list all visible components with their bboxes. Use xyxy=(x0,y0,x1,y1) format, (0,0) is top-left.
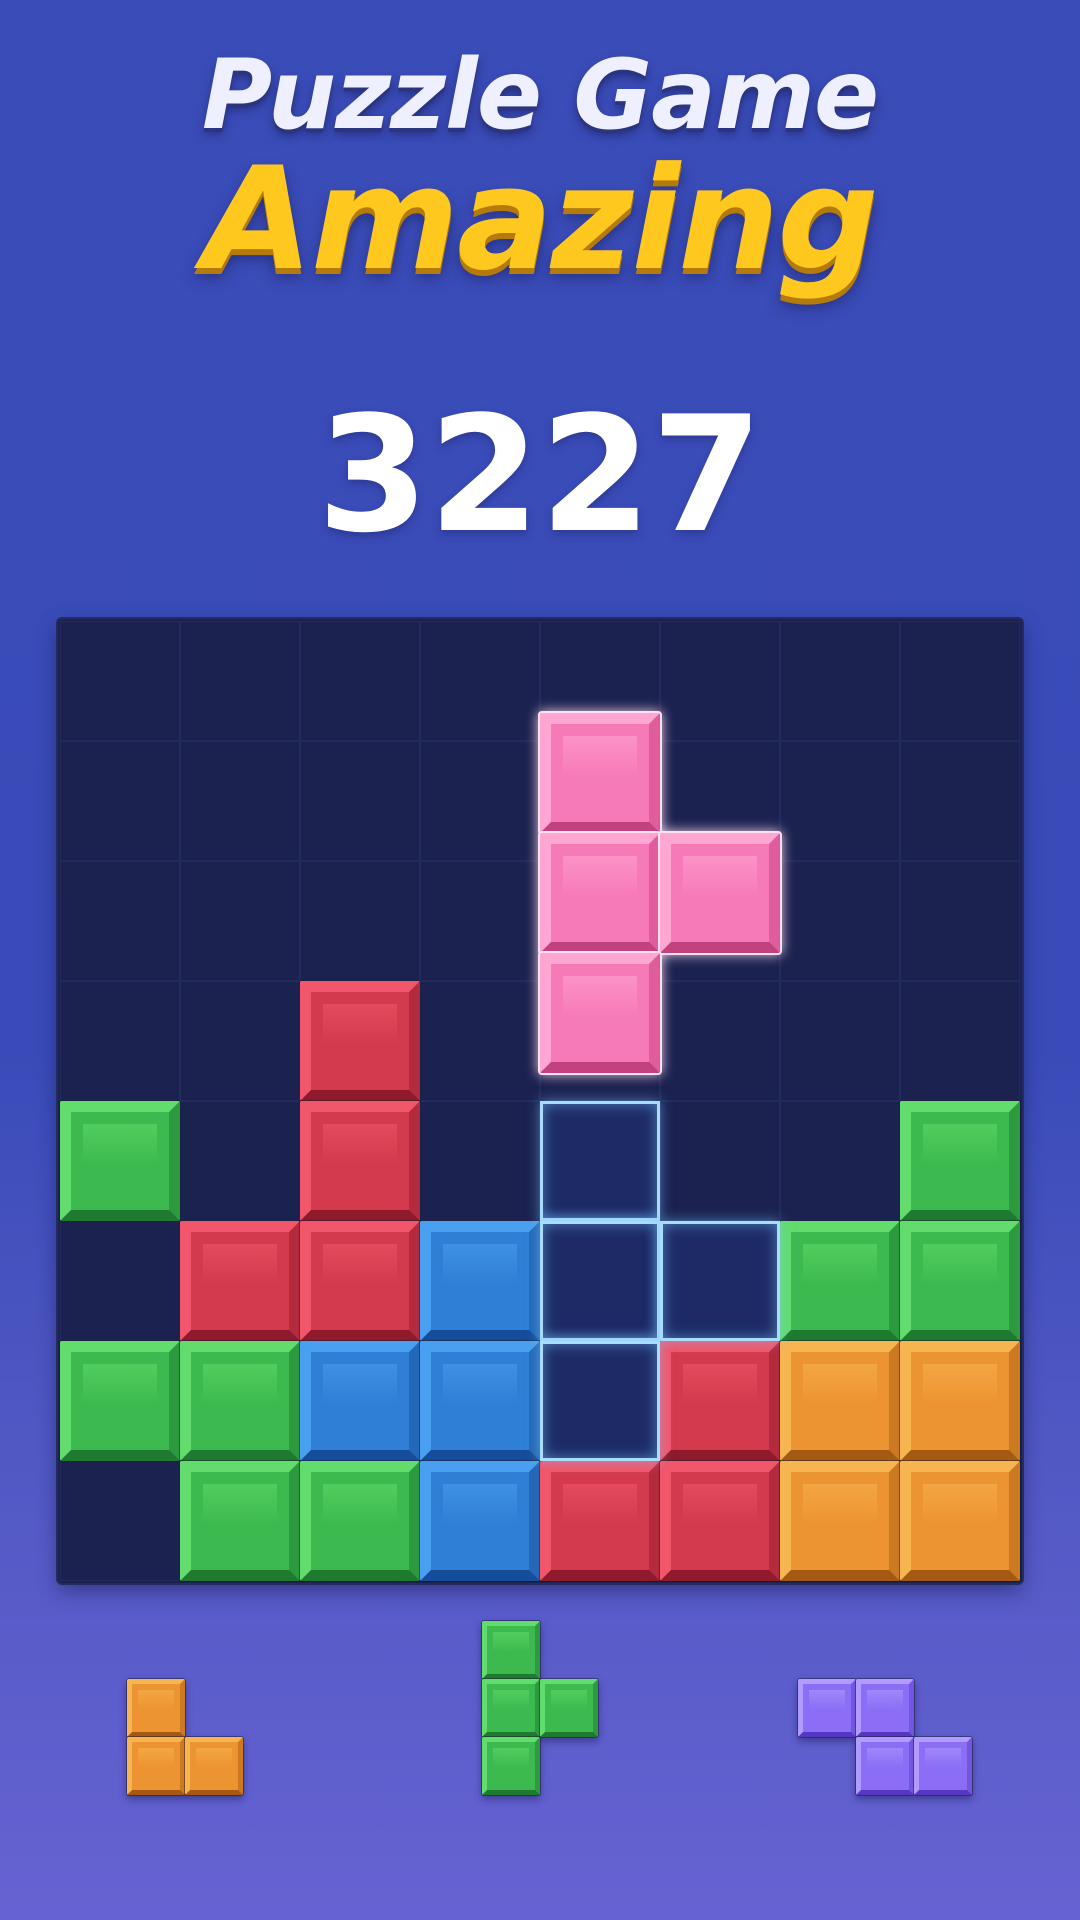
tray-piece-block xyxy=(482,1621,540,1679)
board-cell[interactable] xyxy=(420,621,540,741)
tray-piece-purple[interactable] xyxy=(798,1679,972,1795)
tray-piece-orange[interactable] xyxy=(127,1679,243,1795)
board-cell[interactable] xyxy=(780,981,900,1101)
block-orange xyxy=(780,1341,900,1461)
tray-piece-green[interactable] xyxy=(482,1621,598,1795)
board-cell[interactable] xyxy=(660,1101,780,1221)
tray-piece-block xyxy=(185,1737,243,1795)
board-cell[interactable] xyxy=(420,861,540,981)
block-green xyxy=(180,1341,300,1461)
block-green xyxy=(180,1461,300,1581)
board-cell[interactable] xyxy=(780,1101,900,1221)
tray-piece-block xyxy=(127,1737,185,1795)
tray-piece-block xyxy=(798,1679,856,1737)
dragging-piece[interactable] xyxy=(538,711,782,1075)
board-cell[interactable] xyxy=(300,861,420,981)
board-cell[interactable] xyxy=(60,1221,180,1341)
block-red xyxy=(660,1341,780,1461)
board-cell[interactable] xyxy=(900,741,1020,861)
block-blue xyxy=(300,1341,420,1461)
board-cell[interactable] xyxy=(60,741,180,861)
board-cell[interactable] xyxy=(180,861,300,981)
title-puzzle-game: Puzzle Game xyxy=(201,39,879,151)
board-cell[interactable] xyxy=(780,621,900,741)
board-cell[interactable] xyxy=(420,741,540,861)
title-amazing: Amazing xyxy=(203,137,879,302)
block-green xyxy=(60,1341,180,1461)
board-cell[interactable] xyxy=(60,861,180,981)
board-cell[interactable] xyxy=(900,981,1020,1101)
board-cell[interactable] xyxy=(60,621,180,741)
board-cell[interactable] xyxy=(780,861,900,981)
tray-piece-block xyxy=(856,1679,914,1737)
dragging-piece-block xyxy=(658,831,782,955)
placement-preview-cell xyxy=(540,1101,660,1221)
dragging-piece-block xyxy=(538,711,662,835)
block-orange xyxy=(900,1461,1020,1581)
dragging-piece-block xyxy=(538,951,662,1075)
tray-piece-block xyxy=(127,1679,185,1737)
board-cell[interactable] xyxy=(900,621,1020,741)
block-red xyxy=(300,981,420,1101)
tray-piece-block xyxy=(856,1737,914,1795)
board-cell[interactable] xyxy=(180,741,300,861)
board-cell[interactable] xyxy=(420,1101,540,1221)
board-cell[interactable] xyxy=(300,741,420,861)
block-orange xyxy=(780,1461,900,1581)
board-cell[interactable] xyxy=(60,1461,180,1581)
block-red xyxy=(660,1461,780,1581)
block-green xyxy=(780,1221,900,1341)
block-orange xyxy=(900,1341,1020,1461)
block-green xyxy=(60,1101,180,1221)
block-blue xyxy=(420,1221,540,1341)
block-green xyxy=(900,1101,1020,1221)
board-cell[interactable] xyxy=(420,981,540,1101)
block-blue xyxy=(420,1341,540,1461)
block-red xyxy=(540,1461,660,1581)
tray-piece-block xyxy=(482,1679,540,1737)
block-green xyxy=(300,1461,420,1581)
board-cell[interactable] xyxy=(60,981,180,1101)
placement-preview-cell xyxy=(540,1341,660,1461)
board-cell[interactable] xyxy=(180,621,300,741)
board-cell[interactable] xyxy=(300,621,420,741)
tray-piece-block xyxy=(482,1737,540,1795)
block-red xyxy=(300,1101,420,1221)
block-green xyxy=(900,1221,1020,1341)
dragging-piece-block xyxy=(538,831,662,955)
board-cell[interactable] xyxy=(180,1101,300,1221)
board-cell[interactable] xyxy=(180,981,300,1101)
board-cell[interactable] xyxy=(900,861,1020,981)
score-display: 3227 xyxy=(317,381,763,568)
block-red xyxy=(300,1221,420,1341)
board-cell[interactable] xyxy=(780,741,900,861)
tray-piece-block xyxy=(540,1679,598,1737)
placement-preview-cell xyxy=(540,1221,660,1341)
tray-piece-block xyxy=(914,1737,972,1795)
placement-preview-cell xyxy=(660,1221,780,1341)
block-red xyxy=(180,1221,300,1341)
block-blue xyxy=(420,1461,540,1581)
